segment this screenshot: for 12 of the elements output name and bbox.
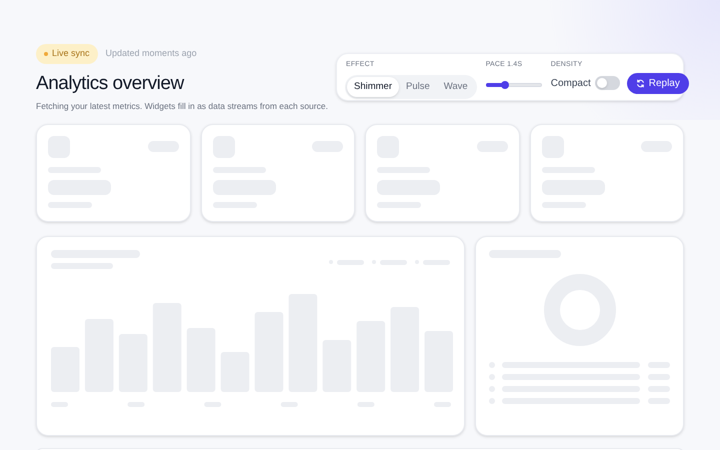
compact-label: Compact: [550, 76, 591, 90]
effect-option[interactable]: Pulse: [399, 76, 437, 97]
replay-button[interactable]: Replay: [626, 73, 689, 94]
effect-option[interactable]: Shimmer: [347, 76, 400, 97]
compact-toggle[interactable]: [594, 76, 620, 90]
page-subtitle: Fetching your latest metrics. Widgets fill in as data streams from each source.: [36, 100, 329, 113]
live-sync-badge: Live sync: [36, 44, 98, 64]
refresh-icon: [636, 79, 645, 88]
updated-text: Updated moments ago: [106, 47, 197, 60]
page-title: Analytics overview: [36, 72, 186, 96]
effect-option[interactable]: Wave: [436, 76, 475, 97]
pace-slider[interactable]: [486, 80, 542, 88]
